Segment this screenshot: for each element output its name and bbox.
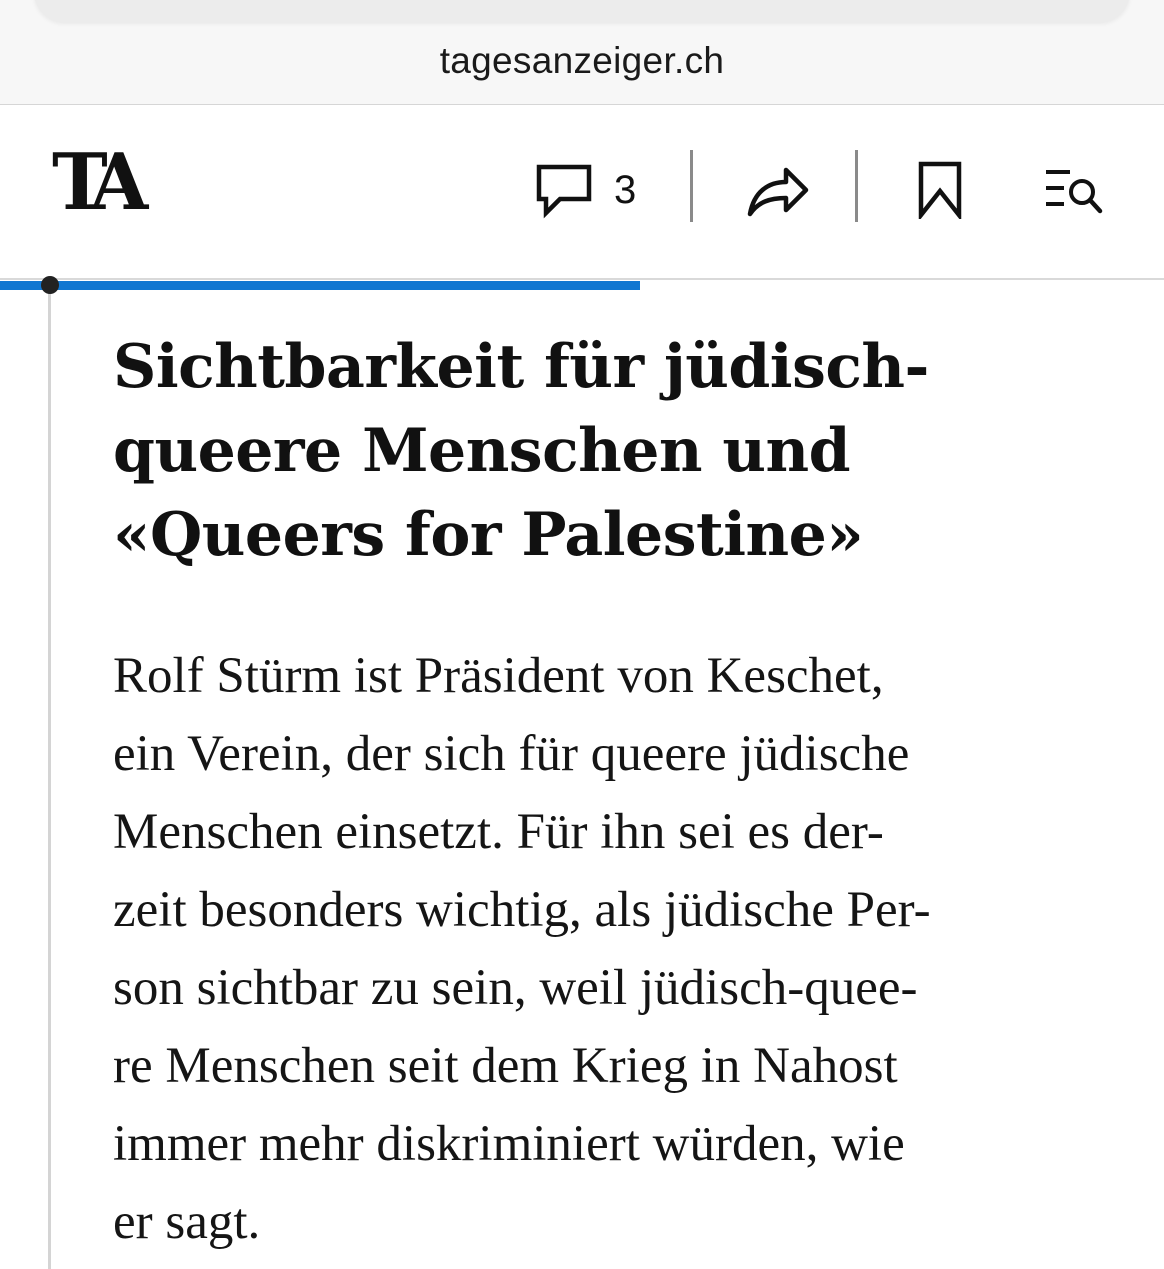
browser-url-bar[interactable]: tagesanzeiger.ch (0, 0, 1164, 105)
article-body-line: ein Verein, der sich für queere jüdische (113, 726, 910, 782)
reading-progress-fill (0, 281, 641, 290)
article-body-line: immer mehr diskriminiert würden, wie (113, 1116, 905, 1172)
bookmark-button[interactable] (905, 145, 975, 235)
ticker-timeline-dot (41, 276, 59, 294)
menu-search-button[interactable] (1030, 145, 1115, 235)
tages-anzeiger-logo[interactable]: TA (52, 137, 148, 229)
article-body-line: Menschen einsetzt. Für ihn sei es der- (113, 804, 884, 860)
share-arrow-icon (746, 160, 810, 220)
bookmark-icon (917, 161, 963, 219)
url-domain[interactable]: tagesanzeiger.ch (0, 40, 1164, 82)
article-body-line: son sichtbar zu sein, weil jüdisch-quee- (113, 960, 918, 1016)
header-divider (855, 150, 858, 222)
comments-button[interactable]: 3 (534, 145, 654, 235)
speech-bubble-icon (534, 161, 594, 219)
article-body-line: re Menschen seit dem Krieg in Nahost (113, 1038, 898, 1094)
comments-count: 3 (614, 167, 637, 212)
menu-search-icon (1040, 164, 1106, 216)
article-body-line: er sagt. (113, 1194, 261, 1250)
share-button[interactable] (735, 145, 820, 235)
ticker-timeline-rail (48, 280, 51, 1269)
reading-progress-bar (0, 281, 1164, 290)
header-divider (690, 150, 693, 222)
article-headline: Sichtbarkeit für jüdisch-queere Menschen… (113, 332, 929, 570)
site-header: TA 3 (0, 105, 1164, 280)
article-body-line: zeit besonders wichtig, als jüdische Per… (113, 882, 931, 938)
browser-address-pill[interactable] (34, 0, 1130, 22)
article-body-line: Rolf Stürm ist Präsident von Keschet, (113, 648, 884, 704)
article-body: Rolf Stürm ist Präsident von Keschet, ein… (113, 637, 1098, 1261)
